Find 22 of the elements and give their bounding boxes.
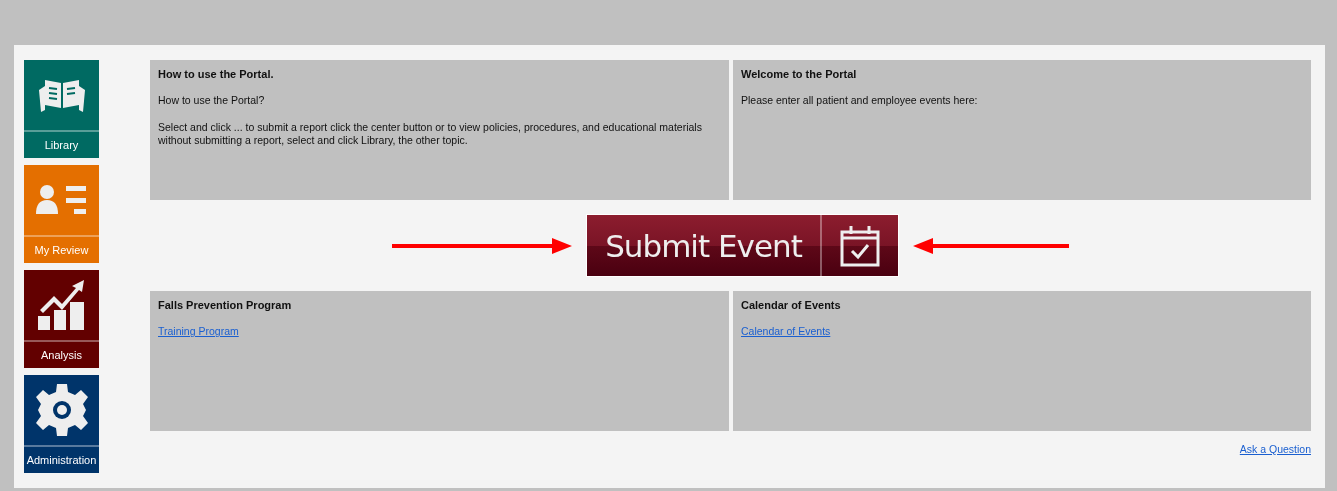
panel-link[interactable]: Calendar of Events [741,325,831,337]
sidebar-tile[interactable]: Library [24,60,99,158]
panel-link[interactable]: Training Program [158,325,239,337]
panel-title: Falls Prevention Program [158,299,292,311]
panel-title: Calendar of Events [741,299,841,311]
panel-text: How to use the Portal? [158,94,266,107]
calendar-check-icon [839,224,881,267]
settings-icon [35,384,88,436]
panel-text: Please enter all patient and employee events here: [741,94,979,107]
submit-event-button[interactable]: Submit Event [586,214,899,277]
ask-question-link[interactable]: Ask a Question [1239,443,1311,455]
panel-title: How to use the Portal. [158,68,274,80]
tile-label: Analysis [40,348,83,363]
sidebar-tile[interactable]: Analysis [24,270,99,368]
panel-text: Select and click ... to submit a report click the center button or to view policies, procedures, and educational materials without submitting a report, select and click Library, the other topic. [158,121,703,147]
tile-label: My Review [33,243,90,258]
tile-label: Administration [25,453,98,468]
sidebar-tile[interactable]: Administration [24,375,99,473]
person-list-icon [35,184,88,216]
tile-label: Library [43,138,80,153]
growth-chart-icon [37,280,86,330]
panel-title: Welcome to the Portal [741,68,857,80]
